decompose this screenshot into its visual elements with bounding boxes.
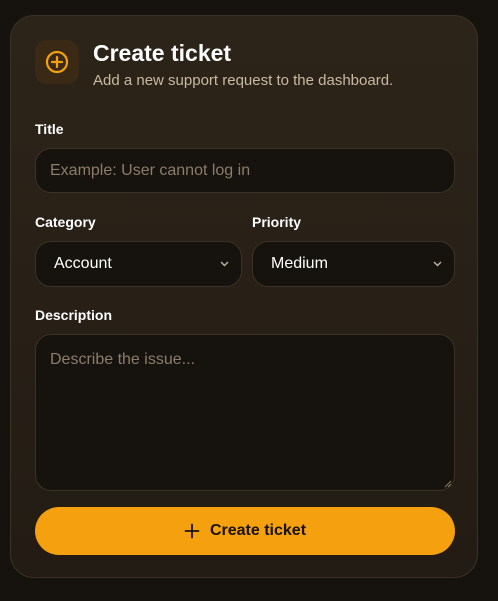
priority-selected-value: Medium: [271, 255, 328, 272]
description-label: Description: [35, 307, 113, 323]
title-input[interactable]: [35, 148, 455, 193]
page-title: Create ticket: [93, 40, 232, 66]
create-ticket-button-label: Create ticket: [209, 522, 307, 539]
chevron-down-icon: [433, 261, 442, 267]
plus-circle-icon: [35, 40, 79, 84]
category-select[interactable]: Account: [35, 241, 242, 287]
description-textarea[interactable]: [35, 334, 455, 491]
priority-label: Priority: [252, 214, 302, 230]
title-label: Title: [35, 121, 64, 137]
chevron-down-icon: [220, 261, 229, 267]
create-ticket-card: Create ticket Add a new support request …: [10, 15, 478, 578]
page-subtitle: Add a new support request to the dashboa…: [93, 72, 394, 89]
category-selected-value: Account: [54, 255, 112, 272]
category-label: Category: [35, 214, 96, 230]
plus-icon: [184, 523, 200, 539]
create-ticket-button[interactable]: Create ticket: [35, 507, 455, 555]
priority-select[interactable]: Medium: [252, 241, 455, 287]
resize-handle-icon[interactable]: [444, 480, 452, 488]
